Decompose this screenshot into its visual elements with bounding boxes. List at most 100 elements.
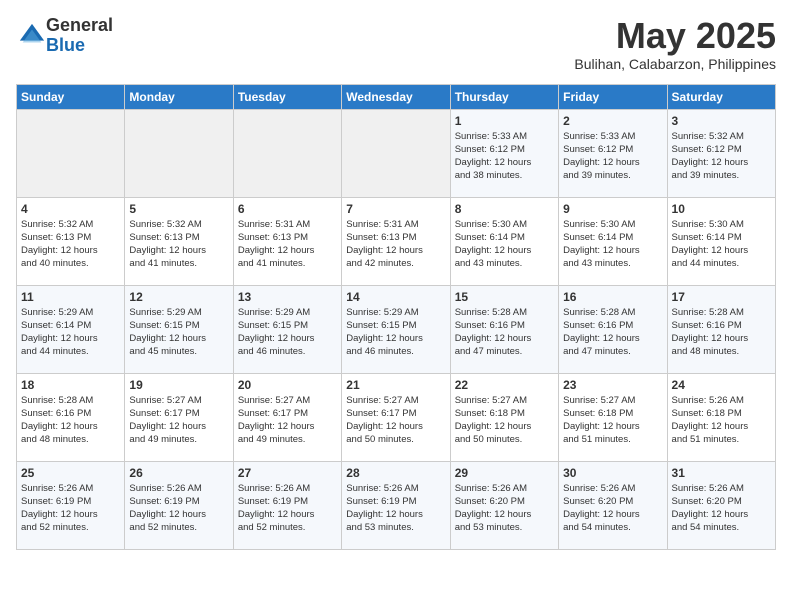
cell-info: Sunrise: 5:26 AM Sunset: 6:18 PM Dayligh… [672,394,771,447]
day-header-wednesday: Wednesday [342,84,450,109]
day-number: 3 [672,114,771,128]
day-header-monday: Monday [125,84,233,109]
cell-info: Sunrise: 5:31 AM Sunset: 6:13 PM Dayligh… [238,218,337,271]
calendar-table: SundayMondayTuesdayWednesdayThursdayFrid… [16,84,776,550]
calendar-cell: 7 Sunrise: 5:31 AM Sunset: 6:13 PM Daylig… [342,197,450,285]
cell-info: Sunrise: 5:26 AM Sunset: 6:19 PM Dayligh… [346,482,445,535]
calendar-cell: 4Sunrise: 5:32 AM Sunset: 6:13 PM Daylig… [17,197,125,285]
day-number: 28 [346,466,445,480]
calendar-cell: 16 Sunrise: 5:28 AM Sunset: 6:16 PM Dayli… [559,285,667,373]
day-number: 11 [21,290,120,304]
calendar-cell: 14 Sunrise: 5:29 AM Sunset: 6:15 PM Dayli… [342,285,450,373]
calendar-cell: 1Sunrise: 5:33 AM Sunset: 6:12 PM Daylig… [450,109,558,197]
calendar-cell: 21 Sunrise: 5:27 AM Sunset: 6:17 PM Dayli… [342,373,450,461]
cell-info: Sunrise: 5:29 AM Sunset: 6:15 PM Dayligh… [129,306,228,359]
cell-info: Sunrise: 5:30 AM Sunset: 6:14 PM Dayligh… [563,218,662,271]
location-subtitle: Bulihan, Calabarzon, Philippines [574,56,776,72]
logo-blue: Blue [46,36,113,56]
cell-info: Sunrise: 5:30 AM Sunset: 6:14 PM Dayligh… [455,218,554,271]
day-number: 10 [672,202,771,216]
cell-info: Sunrise: 5:32 AM Sunset: 6:13 PM Dayligh… [21,218,120,271]
calendar-cell: 26 Sunrise: 5:26 AM Sunset: 6:19 PM Dayli… [125,461,233,549]
calendar-cell [342,109,450,197]
cell-info: Sunrise: 5:26 AM Sunset: 6:20 PM Dayligh… [672,482,771,535]
calendar-cell: 27Sunrise: 5:26 AM Sunset: 6:19 PM Dayli… [233,461,341,549]
cell-info: Sunrise: 5:33 AM Sunset: 6:12 PM Dayligh… [563,130,662,183]
day-number: 22 [455,378,554,392]
day-number: 2 [563,114,662,128]
month-title: May 2025 [574,16,776,56]
calendar-cell: 30 Sunrise: 5:26 AM Sunset: 6:20 PM Dayli… [559,461,667,549]
day-header-thursday: Thursday [450,84,558,109]
cell-info: Sunrise: 5:31 AM Sunset: 6:13 PM Dayligh… [346,218,445,271]
cell-info: Sunrise: 5:26 AM Sunset: 6:19 PM Dayligh… [129,482,228,535]
day-number: 15 [455,290,554,304]
cell-info: Sunrise: 5:27 AM Sunset: 6:18 PM Dayligh… [455,394,554,447]
cell-info: Sunrise: 5:32 AM Sunset: 6:12 PM Dayligh… [672,130,771,183]
calendar-cell: 13 Sunrise: 5:29 AM Sunset: 6:15 PM Dayli… [233,285,341,373]
logo: General Blue [16,16,113,56]
calendar-cell: 19 Sunrise: 5:27 AM Sunset: 6:17 PM Dayli… [125,373,233,461]
calendar-cell: 28 Sunrise: 5:26 AM Sunset: 6:19 PM Dayli… [342,461,450,549]
day-number: 20 [238,378,337,392]
calendar-cell: 25 Sunrise: 5:26 AM Sunset: 6:19 PM Dayli… [17,461,125,549]
week-row-5: 25 Sunrise: 5:26 AM Sunset: 6:19 PM Dayli… [17,461,776,549]
cell-info: Sunrise: 5:30 AM Sunset: 6:14 PM Dayligh… [672,218,771,271]
calendar-cell: 18 Sunrise: 5:28 AM Sunset: 6:16 PM Dayli… [17,373,125,461]
cell-info: Sunrise: 5:26 AM Sunset: 6:19 PM Dayligh… [21,482,120,535]
week-row-2: 4Sunrise: 5:32 AM Sunset: 6:13 PM Daylig… [17,197,776,285]
cell-info: Sunrise: 5:33 AM Sunset: 6:12 PM Dayligh… [455,130,554,183]
cell-info: Sunrise: 5:29 AM Sunset: 6:14 PM Dayligh… [21,306,120,359]
calendar-cell: 31Sunrise: 5:26 AM Sunset: 6:20 PM Dayli… [667,461,775,549]
calendar-cell: 6Sunrise: 5:31 AM Sunset: 6:13 PM Daylig… [233,197,341,285]
calendar-cell [125,109,233,197]
cell-info: Sunrise: 5:26 AM Sunset: 6:20 PM Dayligh… [563,482,662,535]
calendar-cell: 11 Sunrise: 5:29 AM Sunset: 6:14 PM Dayli… [17,285,125,373]
day-number: 13 [238,290,337,304]
day-number: 29 [455,466,554,480]
calendar-cell: 20Sunrise: 5:27 AM Sunset: 6:17 PM Dayli… [233,373,341,461]
calendar-cell: 29 Sunrise: 5:26 AM Sunset: 6:20 PM Dayli… [450,461,558,549]
week-row-3: 11 Sunrise: 5:29 AM Sunset: 6:14 PM Dayli… [17,285,776,373]
logo-text: General Blue [46,16,113,56]
day-number: 17 [672,290,771,304]
calendar-cell: 5 Sunrise: 5:32 AM Sunset: 6:13 PM Daylig… [125,197,233,285]
calendar-cell: 24Sunrise: 5:26 AM Sunset: 6:18 PM Dayli… [667,373,775,461]
cell-info: Sunrise: 5:28 AM Sunset: 6:16 PM Dayligh… [672,306,771,359]
day-header-saturday: Saturday [667,84,775,109]
day-number: 18 [21,378,120,392]
cell-info: Sunrise: 5:27 AM Sunset: 6:17 PM Dayligh… [346,394,445,447]
cell-info: Sunrise: 5:27 AM Sunset: 6:17 PM Dayligh… [129,394,228,447]
cell-info: Sunrise: 5:29 AM Sunset: 6:15 PM Dayligh… [238,306,337,359]
day-header-friday: Friday [559,84,667,109]
header-row: SundayMondayTuesdayWednesdayThursdayFrid… [17,84,776,109]
cell-info: Sunrise: 5:28 AM Sunset: 6:16 PM Dayligh… [455,306,554,359]
day-number: 27 [238,466,337,480]
day-number: 21 [346,378,445,392]
day-number: 16 [563,290,662,304]
day-number: 7 [346,202,445,216]
day-header-tuesday: Tuesday [233,84,341,109]
cell-info: Sunrise: 5:29 AM Sunset: 6:15 PM Dayligh… [346,306,445,359]
cell-info: Sunrise: 5:26 AM Sunset: 6:20 PM Dayligh… [455,482,554,535]
cell-info: Sunrise: 5:28 AM Sunset: 6:16 PM Dayligh… [563,306,662,359]
day-number: 19 [129,378,228,392]
calendar-cell: 10 Sunrise: 5:30 AM Sunset: 6:14 PM Dayli… [667,197,775,285]
calendar-cell: 2 Sunrise: 5:33 AM Sunset: 6:12 PM Daylig… [559,109,667,197]
calendar-cell: 9 Sunrise: 5:30 AM Sunset: 6:14 PM Daylig… [559,197,667,285]
day-number: 25 [21,466,120,480]
day-number: 12 [129,290,228,304]
day-number: 14 [346,290,445,304]
cell-info: Sunrise: 5:32 AM Sunset: 6:13 PM Dayligh… [129,218,228,271]
day-number: 23 [563,378,662,392]
cell-info: Sunrise: 5:28 AM Sunset: 6:16 PM Dayligh… [21,394,120,447]
logo-icon [18,22,46,50]
day-number: 30 [563,466,662,480]
calendar-cell: 22 Sunrise: 5:27 AM Sunset: 6:18 PM Dayli… [450,373,558,461]
day-number: 26 [129,466,228,480]
day-number: 9 [563,202,662,216]
week-row-4: 18 Sunrise: 5:28 AM Sunset: 6:16 PM Dayli… [17,373,776,461]
week-row-1: 1Sunrise: 5:33 AM Sunset: 6:12 PM Daylig… [17,109,776,197]
title-block: May 2025 Bulihan, Calabarzon, Philippine… [574,16,776,72]
day-number: 5 [129,202,228,216]
